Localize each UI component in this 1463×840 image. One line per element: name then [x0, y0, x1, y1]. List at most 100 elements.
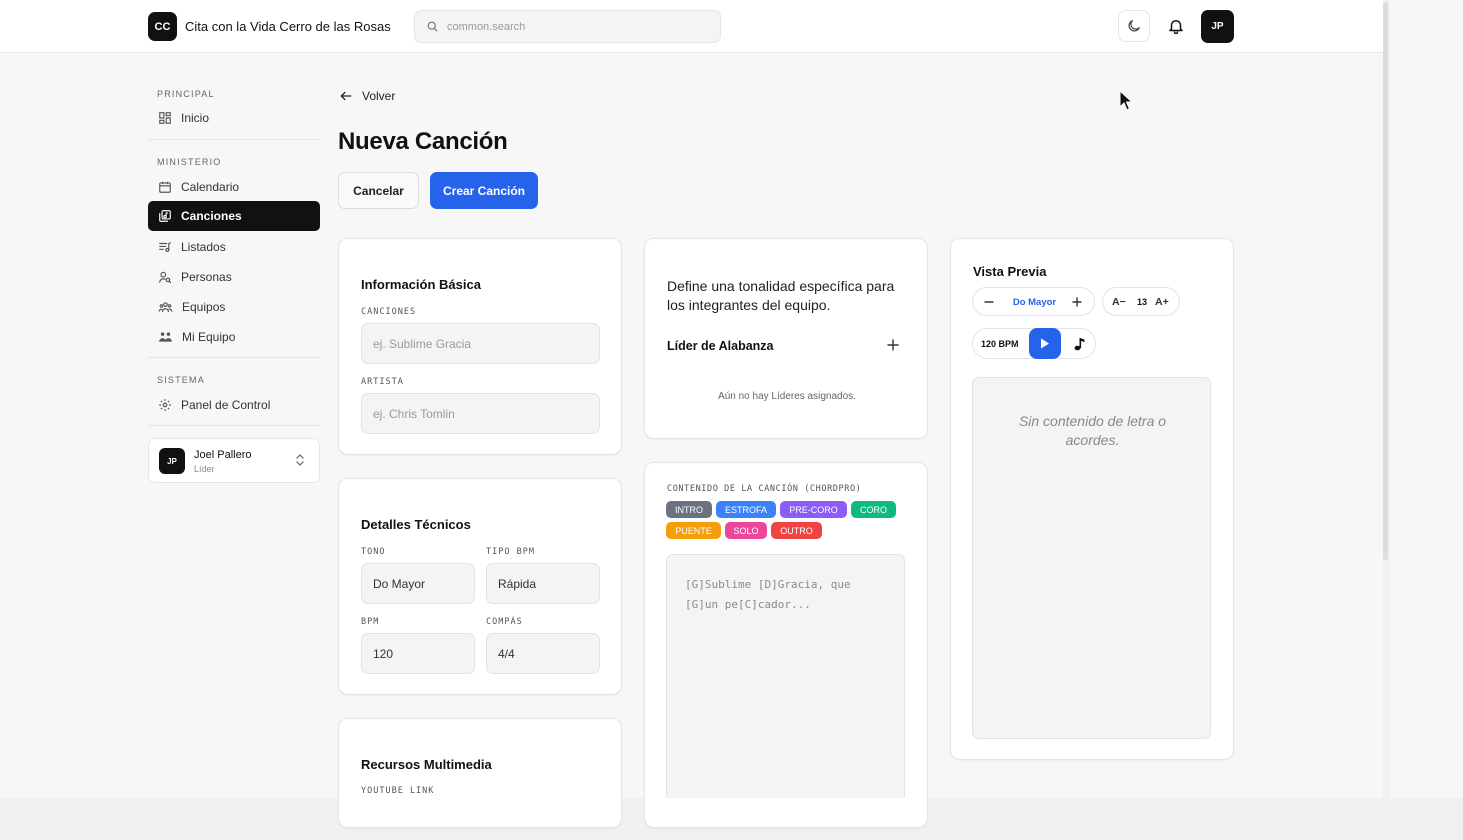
preview-empty-text: Sin contenido de letra o acordes. [1018, 413, 1167, 448]
sidebar-item-label: Personas [181, 269, 232, 284]
preview-area: Sin contenido de letra o acordes. [972, 377, 1211, 739]
music-note-icon[interactable] [1074, 337, 1086, 351]
bpm-type-label: TIPO BPM [486, 547, 535, 557]
teams-icon [158, 301, 173, 312]
cancel-button[interactable]: Cancelar [338, 172, 419, 209]
sidebar-item-label: Canciones [181, 209, 242, 223]
back-label: Volver [362, 89, 396, 103]
sidebar-item-panel-de-control[interactable]: Panel de Control [148, 390, 320, 419]
add-leader-icon[interactable] [887, 339, 899, 351]
sidebar-item-label: Equipos [182, 299, 226, 314]
moon-icon [1128, 20, 1140, 32]
sidebar-item-canciones[interactable]: Canciones [148, 201, 320, 231]
technical-details-card: Detalles Técnicos TONO Do Mayor TIPO BPM… [338, 478, 622, 695]
sidebar-item-label: Listados [181, 239, 226, 254]
sidebar-divider [148, 139, 320, 140]
songs-icon [159, 210, 171, 222]
basic-info-card: Información Básica CANCIONES ej. Sublime… [338, 238, 622, 455]
sidebar-item-calendario[interactable]: Calendario [148, 172, 320, 201]
sidebar-item-label: Panel de Control [181, 397, 271, 412]
bpm-label: BPM [361, 617, 380, 627]
media-title: Recursos Multimedia [361, 757, 492, 772]
people-search-icon [159, 271, 172, 283]
sidebar-item-equipos[interactable]: Equipos [148, 292, 320, 321]
leader-role-label: Líder de Alabanza [667, 339, 774, 353]
notifications-button[interactable] [1160, 10, 1192, 42]
back-link[interactable]: Volver [339, 89, 395, 103]
search-input[interactable] [447, 17, 707, 37]
calendar-icon [159, 181, 171, 193]
sidebar-item-inicio[interactable]: Inicio [148, 103, 320, 132]
metronome-control: 120 BPM [972, 328, 1096, 359]
basic-info-title: Información Básica [361, 277, 481, 292]
artist-input[interactable]: ej. Chris Tomlin [361, 393, 600, 434]
key-label: TONO [361, 547, 386, 557]
leaders-description: Define una tonalidad específica para los… [667, 278, 895, 313]
preview-title: Vista Previa [973, 264, 1047, 279]
plus-icon[interactable] [1072, 297, 1082, 307]
tag-intro[interactable]: INTRO [666, 501, 712, 518]
sidebar-item-label: Inicio [181, 110, 210, 125]
gear-icon [159, 398, 171, 411]
top-bar: CC Cita con la Vida Cerro de las Rosas J… [0, 0, 1383, 53]
preview-bpm: 120 BPM [981, 339, 1019, 349]
dashboard-icon [159, 111, 171, 124]
mouse-cursor-icon [1119, 90, 1133, 111]
playlist-icon [159, 241, 172, 252]
sidebar-section-principal: PRINCIPAL [157, 89, 215, 99]
sidebar-item-label: Mi Equipo [182, 329, 236, 344]
bpm-input[interactable]: 120 [361, 633, 475, 674]
chordpro-editor[interactable]: [G]Sublime [D]Gracia, que [G]un pe[C]cad… [666, 554, 905, 798]
page-title: Nueva Canción [338, 128, 508, 155]
technical-title: Detalles Técnicos [361, 517, 471, 532]
tag-outro[interactable]: OUTRO [771, 522, 822, 539]
sidebar-section-ministerio: MINISTERIO [157, 157, 222, 167]
tag-pre-coro[interactable]: PRE-CORO [780, 501, 847, 518]
play-icon [1041, 338, 1049, 349]
font-decrease-button[interactable]: A− [1112, 296, 1126, 308]
play-button[interactable] [1029, 328, 1061, 359]
app-title[interactable]: Cita con la Vida Cerro de las Rosas [185, 19, 391, 34]
time-signature-label: COMPÁS [486, 617, 523, 627]
font-increase-button[interactable]: A+ [1155, 296, 1169, 308]
tag-estrofa[interactable]: ESTROFA [716, 501, 776, 518]
chevrons-up-down-icon [296, 454, 304, 466]
font-size-value: 13 [1137, 297, 1148, 307]
theme-toggle-button[interactable] [1118, 10, 1150, 42]
arrow-left-icon [340, 91, 352, 101]
font-size-control: A− 13 A+ [1102, 287, 1180, 316]
key-transpose-control: Do Mayor [972, 287, 1095, 316]
search-bar[interactable] [414, 10, 721, 43]
time-signature-input[interactable]: 4/4 [486, 633, 600, 674]
user-menu[interactable]: JP Joel Pallero Líder [148, 438, 320, 483]
song-label: CANCIONES [361, 307, 417, 317]
editor-placeholder-line: [G]Sublime [D]Gracia, que [685, 578, 851, 591]
leaders-empty-text: Aún no hay Líderes asignados. [718, 391, 856, 402]
leaders-card: Define una tonalidad específica para los… [644, 238, 928, 439]
sidebar-divider [148, 357, 320, 358]
app-logo[interactable]: CC [148, 12, 177, 41]
tag-puente[interactable]: PUENTE [666, 522, 721, 539]
content-label: CONTENIDO DE LA CANCIÓN (CHORDPRO) [667, 484, 862, 494]
sidebar-item-mi-equipo[interactable]: Mi Equipo [148, 322, 320, 351]
sidebar-section-sistema: SISTEMA [157, 375, 205, 385]
bpm-type-select[interactable]: Rápida [486, 563, 600, 604]
search-icon [427, 21, 438, 32]
key-select[interactable]: Do Mayor [361, 563, 475, 604]
sidebar-item-listados[interactable]: Listados [148, 232, 320, 261]
tag-solo[interactable]: SOLO [725, 522, 767, 539]
my-team-icon [159, 331, 172, 342]
create-song-button[interactable]: Crear Canción [430, 172, 538, 209]
user-avatar-button[interactable]: JP [1201, 10, 1234, 43]
scrollbar-thumb[interactable] [1383, 2, 1388, 560]
youtube-label: YOUTUBE LINK [361, 786, 435, 796]
song-title-input[interactable]: ej. Sublime Gracia [361, 323, 600, 364]
user-name: Joel Pallero [194, 449, 252, 461]
bell-icon [1169, 20, 1183, 35]
avatar: JP [159, 448, 185, 474]
tag-coro[interactable]: CORO [851, 501, 896, 518]
sidebar-item-personas[interactable]: Personas [148, 262, 320, 291]
editor-placeholder-line: [G]un pe[C]cador... [685, 598, 811, 611]
artist-label: ARTISTA [361, 377, 404, 387]
media-card: Recursos Multimedia YOUTUBE LINK [338, 718, 622, 828]
